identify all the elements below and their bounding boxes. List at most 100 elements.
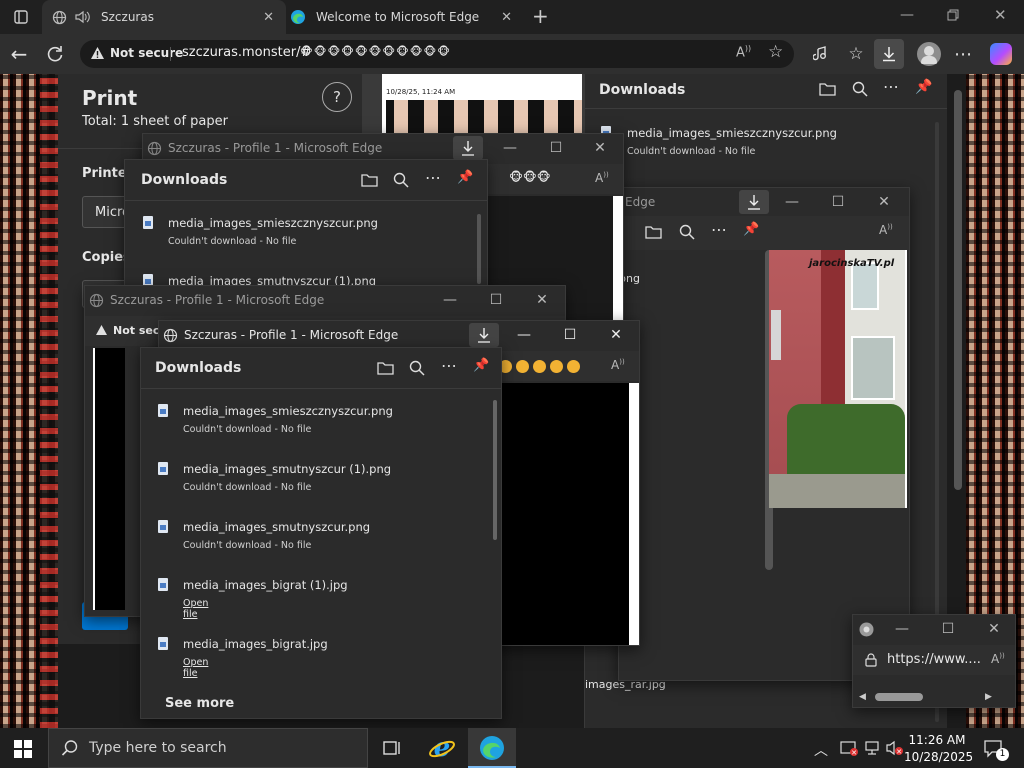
restore-icon[interactable] bbox=[947, 9, 959, 21]
close-window-icon[interactable]: ✕ bbox=[971, 615, 1017, 643]
preview-date: 10/28/25, 11:24 AM bbox=[386, 88, 456, 96]
minimize-icon[interactable]: — bbox=[501, 321, 547, 349]
more-options-icon[interactable]: ⋯ bbox=[883, 79, 899, 95]
network-icon[interactable] bbox=[864, 740, 882, 756]
more-options-icon[interactable]: ⋯ bbox=[425, 170, 441, 186]
tab-szczuras[interactable]: Szczuras ✕ bbox=[42, 0, 286, 34]
read-mode-icon[interactable]: A)) bbox=[595, 172, 609, 185]
windows-start-icon[interactable] bbox=[14, 740, 32, 758]
notification-icon[interactable]: 1 bbox=[984, 740, 1009, 761]
more-options-icon[interactable]: ⋯ bbox=[711, 222, 727, 238]
download-item-name: media_images_smutnyszcur (1).png bbox=[183, 462, 392, 476]
scrollbar[interactable] bbox=[493, 400, 497, 540]
new-tab-button[interactable]: + bbox=[532, 6, 549, 26]
download-item-name: media_images_bigrat (1).jpg bbox=[183, 578, 348, 592]
close-window-icon[interactable]: ✕ bbox=[861, 188, 907, 216]
open-folder-icon[interactable] bbox=[645, 225, 662, 239]
edge-icon bbox=[290, 9, 306, 25]
open-folder-icon[interactable] bbox=[819, 82, 836, 96]
pin-icon[interactable]: 📌 bbox=[915, 80, 932, 94]
open-file-link[interactable]: Open file bbox=[183, 598, 208, 620]
scroll-right-icon[interactable]: ▶ bbox=[985, 692, 992, 702]
window-title: Szczuras - Profile 1 - Microsoft Edge bbox=[168, 141, 383, 155]
clock-date[interactable]: 10/28/2025 bbox=[904, 750, 973, 764]
minimize-icon[interactable]: — bbox=[427, 286, 473, 314]
favorites-icon[interactable]: ☆ bbox=[841, 39, 871, 69]
help-icon[interactable]: ? bbox=[322, 82, 352, 112]
refresh-icon[interactable] bbox=[40, 39, 70, 69]
window-title: Szczuras - Profile 1 - Microsoft Edge bbox=[184, 328, 399, 342]
show-hidden-icons[interactable]: ︿ bbox=[814, 740, 828, 760]
taskbar-edge-button[interactable] bbox=[468, 728, 516, 768]
open-file-link[interactable]: Open file bbox=[183, 657, 208, 679]
minimize-icon[interactable]: — bbox=[487, 134, 533, 162]
search-icon[interactable] bbox=[852, 81, 868, 97]
close-window-icon[interactable]: ✕ bbox=[519, 286, 565, 314]
speaker-icon[interactable] bbox=[75, 10, 91, 24]
pin-icon[interactable]: 📌 bbox=[743, 223, 759, 236]
address-bar[interactable]: Not secure szczuras.monster/# 🐵🐵🐵🐵🐵🐵🐵🐵🐵🐵… bbox=[80, 40, 794, 68]
close-tab-icon[interactable]: ✕ bbox=[263, 11, 274, 24]
page-scrollbar[interactable] bbox=[954, 90, 962, 490]
close-window-icon[interactable]: ✕ bbox=[994, 8, 1007, 23]
chrome-icon bbox=[859, 622, 874, 637]
see-more-button[interactable]: See more bbox=[165, 696, 234, 711]
maximize-icon[interactable]: ☐ bbox=[815, 188, 861, 216]
read-mode-icon[interactable]: A)) bbox=[611, 359, 625, 372]
downloads-button[interactable] bbox=[453, 136, 483, 160]
security-label[interactable]: Not secure bbox=[110, 46, 183, 60]
url-text[interactable]: https://www.... bbox=[887, 652, 981, 667]
security-shield-icon[interactable]: ✕ bbox=[840, 740, 858, 756]
window-a-downloads-panel: Downloads ⋯ 📌 media_images_smieszcznyszc… bbox=[124, 159, 488, 291]
close-window-icon[interactable]: ✕ bbox=[577, 134, 623, 162]
search-icon[interactable] bbox=[393, 172, 409, 188]
add-favorite-icon[interactable]: ☆ bbox=[768, 44, 783, 61]
clock-time[interactable]: 11:26 AM bbox=[908, 733, 966, 747]
back-icon[interactable]: ← bbox=[4, 39, 34, 69]
toolbar: ⋯ 📌 A)) bbox=[619, 216, 909, 250]
read-mode-icon[interactable]: A)) bbox=[991, 653, 1005, 666]
volume-muted-icon[interactable]: ✕ bbox=[886, 740, 904, 756]
scroll-left-icon[interactable]: ◀ bbox=[859, 692, 866, 702]
tab-strip: Szczuras ✕ Welcome to Microsoft Edge ✕ +… bbox=[0, 0, 1024, 34]
scrollbar[interactable] bbox=[477, 214, 481, 284]
task-view-icon[interactable] bbox=[382, 738, 402, 758]
maximize-icon[interactable]: ☐ bbox=[533, 134, 579, 162]
maximize-icon[interactable]: ☐ bbox=[925, 615, 971, 643]
minimize-icon[interactable]: — bbox=[900, 8, 914, 22]
more-options-icon[interactable]: ⋯ bbox=[441, 358, 457, 374]
close-tab-icon[interactable]: ✕ bbox=[501, 11, 512, 24]
close-window-icon[interactable]: ✕ bbox=[593, 321, 639, 349]
tab-actions-icon[interactable] bbox=[6, 2, 36, 32]
internet-explorer-icon[interactable]: e bbox=[428, 734, 456, 762]
copilot-icon[interactable] bbox=[990, 43, 1012, 65]
profile-avatar[interactable] bbox=[917, 42, 941, 66]
taskbar-search-box[interactable]: Type here to search bbox=[48, 728, 368, 768]
toolbar: https://www.... A)) bbox=[853, 645, 1015, 675]
horizontal-scrollbar[interactable] bbox=[875, 693, 923, 701]
minimize-icon[interactable]: — bbox=[879, 615, 925, 643]
maximize-icon[interactable]: ☐ bbox=[547, 321, 593, 349]
url-text[interactable]: szczuras.monster/# bbox=[182, 45, 311, 60]
open-folder-icon[interactable] bbox=[361, 173, 378, 187]
downloads-button[interactable] bbox=[874, 39, 904, 69]
pin-icon[interactable]: 📌 bbox=[457, 171, 473, 184]
svg-text:✕: ✕ bbox=[896, 748, 902, 756]
search-icon[interactable] bbox=[409, 360, 425, 376]
warning-icon bbox=[95, 324, 108, 336]
minimize-icon[interactable]: — bbox=[769, 188, 815, 216]
search-icon[interactable] bbox=[679, 224, 695, 240]
maximize-icon[interactable]: ☐ bbox=[473, 286, 519, 314]
downloads-button[interactable] bbox=[469, 323, 499, 347]
read-mode-icon[interactable]: A)) bbox=[736, 45, 751, 60]
read-mode-icon[interactable]: A)) bbox=[879, 224, 893, 237]
more-menu-icon[interactable]: ⋯ bbox=[948, 39, 978, 69]
open-folder-icon[interactable] bbox=[377, 361, 394, 375]
downloads-button[interactable] bbox=[739, 190, 769, 214]
emoji-row bbox=[499, 360, 580, 373]
download-item-status: Couldn't download - No file bbox=[183, 424, 312, 435]
pin-icon[interactable]: 📌 bbox=[473, 359, 489, 372]
tab-label: Welcome to Microsoft Edge bbox=[316, 10, 480, 24]
read-aloud-icon[interactable] bbox=[806, 39, 836, 69]
tab-welcome-edge[interactable]: Welcome to Microsoft Edge ✕ bbox=[286, 0, 524, 34]
